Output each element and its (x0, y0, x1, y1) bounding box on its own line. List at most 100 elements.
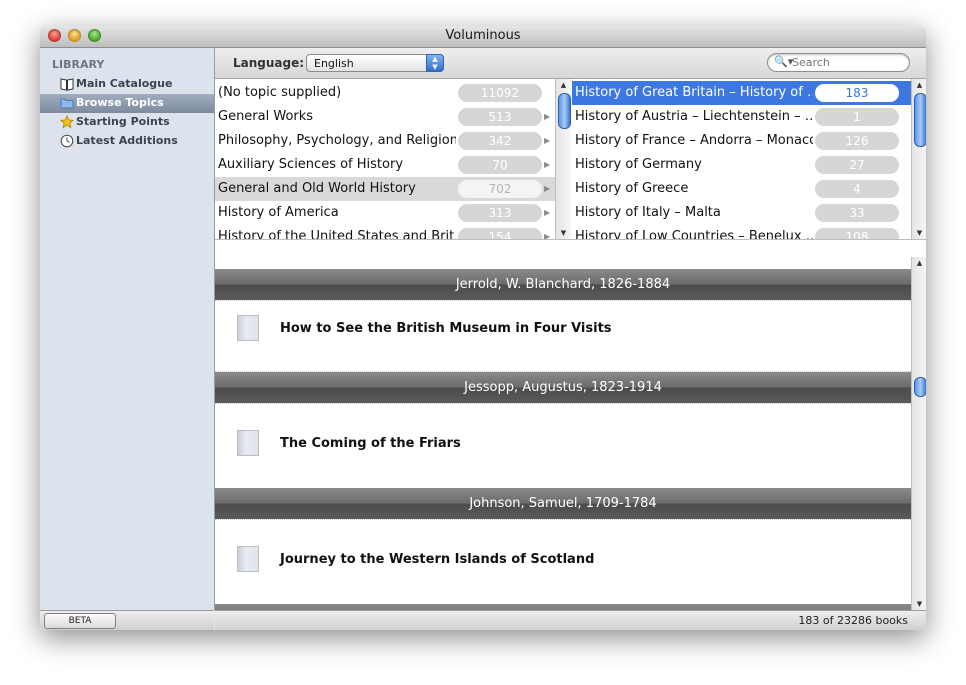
sidebar-item-label: Starting Points (76, 115, 170, 128)
results-scrollbar[interactable]: ▲ ▼ (911, 257, 926, 610)
subtopic-name: History of France – Andorra – Monaco (575, 133, 813, 148)
topic-count-badge: 702 (458, 180, 542, 198)
book-title: The Coming of the Friars (280, 436, 461, 451)
subtopics-column: History of Great Britain – History of … … (572, 79, 911, 239)
topic-row[interactable]: History of the United States and Brit… 1… (215, 225, 555, 239)
status-bar: 183 of 23286 books (215, 610, 926, 630)
topic-row[interactable]: General Works 513 ▶ (215, 105, 555, 129)
topic-row[interactable]: (No topic supplied) 11092 (215, 81, 555, 105)
scroll-up-arrow-icon[interactable]: ▲ (556, 79, 571, 91)
scroll-down-arrow-icon[interactable]: ▼ (912, 598, 926, 610)
subtopic-row[interactable]: History of Austria – Liechtenstein – … 1 (572, 105, 911, 129)
topic-row[interactable]: History of America 313 ▶ (215, 201, 555, 225)
title-bar[interactable]: Voluminous (40, 26, 926, 48)
topics-column: (No topic supplied) 11092 General Works … (215, 79, 555, 239)
sidebar-item-label: Latest Additions (76, 134, 178, 147)
topic-name: General Works (218, 109, 314, 124)
subtopic-count-badge: 108 (815, 228, 899, 239)
toolbar: Language: English ▲ ▼ 🔍▾ (215, 48, 926, 79)
scroll-thumb[interactable] (914, 377, 926, 397)
topic-name: History of America (218, 205, 339, 220)
sidebar-item-label: Browse Topics (76, 96, 164, 109)
subtopics-scrollbar[interactable]: ▲ ▼ (911, 79, 926, 239)
disclosure-arrow-icon: ▶ (544, 136, 551, 145)
select-arrows-icon: ▲ ▼ (426, 54, 444, 72)
subtopic-row[interactable]: History of Italy – Malta 33 (572, 201, 911, 225)
beta-button[interactable]: BETA (44, 613, 116, 629)
book-cover-icon (237, 430, 259, 456)
book-row[interactable]: Journey to the Western Islands of Scotla… (215, 519, 911, 605)
search-field[interactable]: 🔍▾ (767, 53, 910, 72)
book-cover-icon (237, 315, 259, 341)
sidebar-footer: BETA (40, 610, 214, 630)
topic-browser: (No topic supplied) 11092 General Works … (215, 79, 926, 239)
subtopic-name: History of Great Britain – History of … (575, 85, 813, 100)
topic-name: General and Old World History (218, 181, 416, 196)
book-title: How to See the British Museum in Four Vi… (280, 321, 612, 336)
split-divider[interactable] (215, 239, 926, 258)
subtopic-row[interactable]: History of Germany 27 (572, 153, 911, 177)
subtopic-count-badge: 33 (815, 204, 899, 222)
sidebar-item-latest-additions[interactable]: Latest Additions (40, 132, 214, 151)
book-cover-icon (237, 546, 259, 572)
topic-count-badge: 342 (458, 132, 542, 150)
topic-row[interactable]: Philosophy, Psychology, and Religion 342… (215, 129, 555, 153)
search-input[interactable] (792, 55, 902, 69)
scroll-thumb[interactable] (914, 93, 926, 147)
topic-name: Philosophy, Psychology, and Religion (218, 133, 456, 148)
book-row[interactable]: How to See the British Museum in Four Vi… (215, 300, 911, 372)
topic-count-badge: 513 (458, 108, 542, 126)
topic-row[interactable]: Auxiliary Sciences of History 70 ▶ (215, 153, 555, 177)
topic-count-badge: 313 (458, 204, 542, 222)
author-header: Jerrold, W. Blanchard, 1826-1884 (215, 269, 911, 300)
scroll-down-arrow-icon[interactable]: ▼ (912, 227, 926, 239)
subtopic-row[interactable]: History of France – Andorra – Monaco 126 (572, 129, 911, 153)
topic-row-selected[interactable]: General and Old World History 702 ▶ (215, 177, 555, 201)
subtopic-count-badge: 126 (815, 132, 899, 150)
disclosure-arrow-icon: ▶ (544, 232, 551, 239)
disclosure-arrow-icon: ▶ (544, 112, 551, 121)
subtopic-name: History of Germany (575, 157, 702, 172)
subtopic-count-badge: 1 (815, 108, 899, 126)
language-value: English (314, 57, 354, 70)
subtopic-count-badge: 4 (815, 180, 899, 198)
topic-name: Auxiliary Sciences of History (218, 157, 404, 172)
scroll-down-arrow-icon[interactable]: ▼ (556, 227, 571, 239)
subtopic-row[interactable]: History of Low Countries – Benelux … 108 (572, 225, 911, 239)
topics-scrollbar[interactable]: ▲ ▼ (555, 79, 571, 239)
disclosure-arrow-icon: ▶ (544, 184, 551, 193)
sidebar-item-main-catalogue[interactable]: Main Catalogue (40, 75, 214, 94)
subtopic-name: History of Greece (575, 181, 689, 196)
subtopic-count-badge: 27 (815, 156, 899, 174)
scroll-thumb[interactable] (558, 93, 571, 129)
scroll-up-arrow-icon[interactable]: ▲ (912, 257, 926, 269)
search-icon: 🔍▾ (774, 55, 794, 68)
subtopic-name: History of Low Countries – Benelux … (575, 229, 813, 239)
sidebar-header: LIBRARY (52, 58, 105, 71)
sidebar-item-starting-points[interactable]: Starting Points (40, 113, 214, 132)
author-header: Jessopp, Augustus, 1823-1914 (215, 372, 911, 403)
language-label: Language: (233, 56, 305, 70)
sidebar-item-browse-topics[interactable]: Browse Topics (40, 94, 214, 113)
book-icon (60, 77, 74, 91)
topic-name: (No topic supplied) (218, 85, 342, 100)
topic-count-badge: 70 (458, 156, 542, 174)
topic-count-badge: 154 (458, 228, 542, 239)
subtopic-row-selected[interactable]: History of Great Britain – History of … … (572, 81, 911, 105)
scroll-up-arrow-icon[interactable]: ▲ (912, 79, 926, 91)
subtopic-row[interactable]: History of Greece 4 (572, 177, 911, 201)
app-window: Voluminous LIBRARY Main Catalogue Browse… (40, 26, 926, 630)
book-row[interactable]: The Coming of the Friars (215, 403, 911, 489)
sidebar-item-label: Main Catalogue (76, 77, 173, 90)
disclosure-arrow-icon: ▶ (544, 160, 551, 169)
star-icon (60, 115, 74, 129)
language-select[interactable]: English ▲ ▼ (306, 54, 444, 72)
subtopic-name: History of Austria – Liechtenstein – … (575, 109, 813, 124)
clock-icon (60, 134, 74, 148)
results-list: Jerrold, W. Blanchard, 1826-1884 How to … (215, 257, 911, 610)
author-header: Johnson, Samuel, 1709-1784 (215, 488, 911, 519)
subtopic-count-badge: 183 (815, 84, 899, 102)
folder-icon (60, 96, 74, 110)
topic-name: History of the United States and Brit… (218, 229, 456, 239)
window-title: Voluminous (445, 28, 521, 43)
